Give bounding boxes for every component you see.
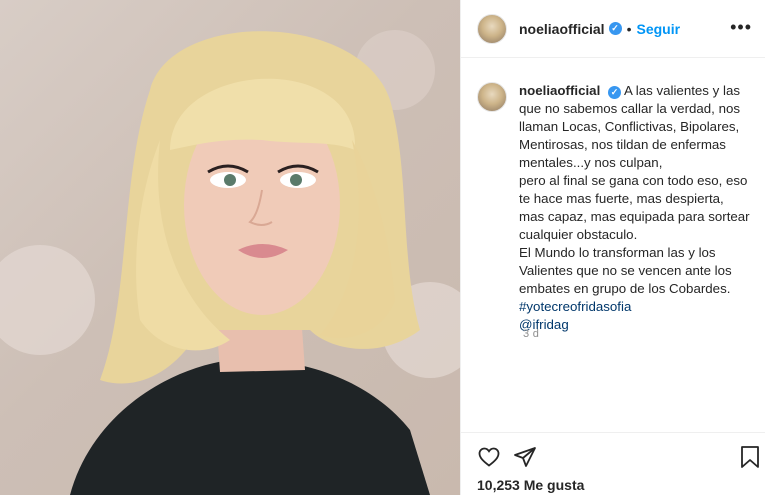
bookmark-icon[interactable] <box>739 445 761 469</box>
caption-username-link[interactable]: noeliaofficial <box>519 83 600 98</box>
caption-line: mentales...y nos culpan, <box>519 155 663 170</box>
post-sidebar: noeliaofficial ✓ • Seguir ••• noeliaoffi… <box>460 0 765 495</box>
action-bar: 10,253 Me gusta <box>461 432 765 495</box>
avatar[interactable] <box>477 13 507 44</box>
more-options-icon[interactable]: ••• <box>730 18 752 36</box>
verified-badge-icon: ✓ <box>608 22 622 35</box>
caption-line: cualquier obstaculo. <box>519 227 638 242</box>
separator-dot: • <box>626 20 632 37</box>
paper-plane-icon[interactable] <box>513 445 537 469</box>
caption-line: Mentirosas, nos tildan de enfermas <box>519 137 726 152</box>
caption-line: El Mundo lo transforman las y los <box>519 245 716 260</box>
post-image[interactable] <box>0 0 460 495</box>
heart-icon[interactable] <box>477 445 501 469</box>
caption-line: te hace mas fuerte, mas despierta, <box>519 191 724 206</box>
caption-line: que no sabemos callar la verdad, nos <box>519 101 741 116</box>
mention-link[interactable]: @ifridag <box>519 316 757 334</box>
likes-count[interactable]: 10,253 Me gusta <box>477 477 584 493</box>
hashtag-link[interactable]: #yotecreofridasofia <box>519 298 757 316</box>
caption-line: mas capaz, mas equipada para sortear <box>519 209 750 224</box>
caption-line: A las valientes y las <box>623 83 740 98</box>
caption-line: embates en grupo de los Cobardes. <box>519 281 731 296</box>
post-timestamp[interactable]: 3 d <box>523 328 539 340</box>
caption-line: Valientes que no se vencen ante los <box>519 263 732 278</box>
caption-text: noeliaofficial ✓ A las valientes y las q… <box>519 82 757 334</box>
caption-avatar[interactable] <box>477 82 507 112</box>
caption-line: llaman Locas, Conflictivas, Bipolares, <box>519 119 740 134</box>
post-header: noeliaofficial ✓ • Seguir ••• <box>461 0 765 58</box>
portrait-illustration <box>0 30 460 495</box>
caption-block: noeliaofficial ✓ A las valientes y las q… <box>477 82 757 334</box>
username-link[interactable]: noeliaofficial <box>519 21 605 37</box>
caption-line: pero al final se gana con todo eso, eso <box>519 173 748 188</box>
caption-verified-badge-icon: ✓ <box>607 85 621 99</box>
follow-button[interactable]: Seguir <box>636 21 680 37</box>
